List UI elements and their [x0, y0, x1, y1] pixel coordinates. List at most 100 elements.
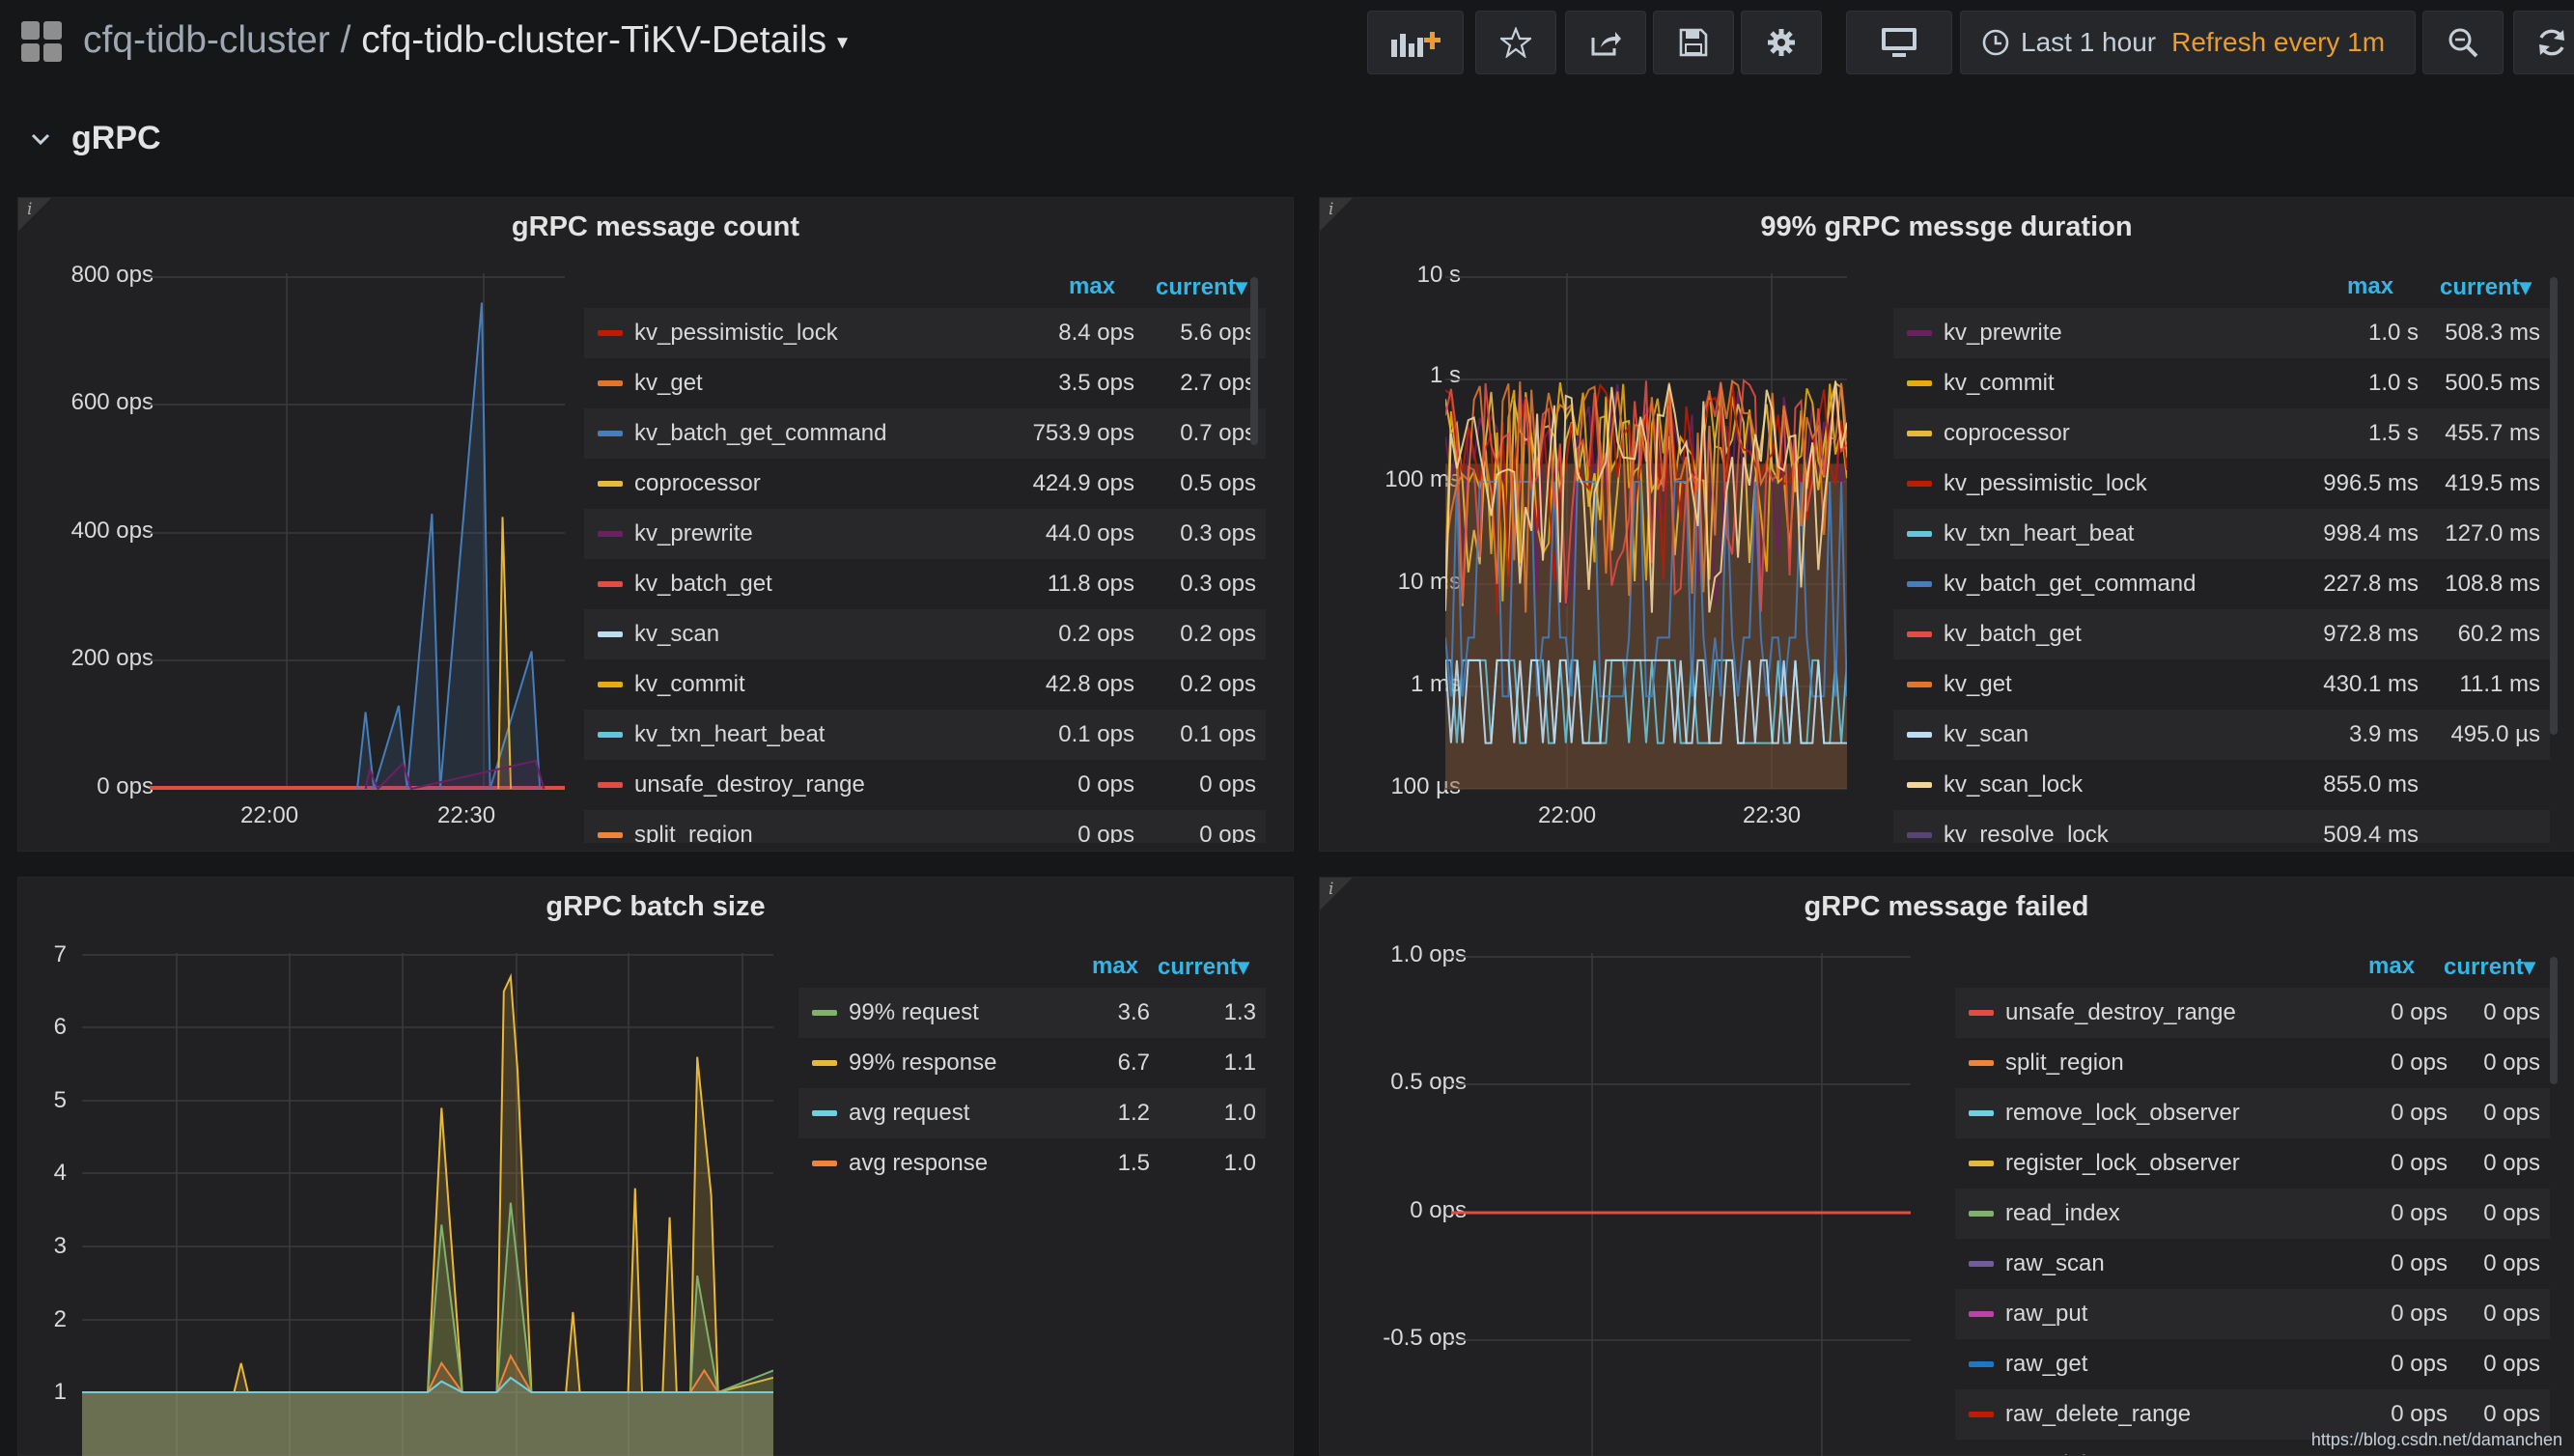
legend-swatch[interactable]: [598, 481, 623, 487]
panel-title[interactable]: 99% gRPC messge duration: [1320, 211, 2573, 243]
legend-series-name[interactable]: kv_resolve_lock: [1944, 822, 2109, 843]
legend-swatch[interactable]: [1969, 1412, 1994, 1417]
legend-series-name[interactable]: split_region: [2005, 1050, 2124, 1077]
legend-swatch[interactable]: [598, 330, 623, 336]
legend-series-name[interactable]: kv_scan: [1944, 721, 2028, 748]
legend-swatch[interactable]: [598, 832, 623, 838]
legend-swatch[interactable]: [1907, 832, 1932, 838]
row-header-grpc[interactable]: gRPC: [29, 120, 161, 157]
legend-row[interactable]: raw_scan 0 ops 0 ops: [1955, 1239, 2550, 1289]
legend-swatch[interactable]: [1907, 581, 1932, 587]
legend-series-name[interactable]: raw_delete: [2005, 1451, 2118, 1455]
add-panel-button[interactable]: [1367, 11, 1464, 74]
legend-header-max[interactable]: max: [1069, 273, 1115, 308]
legend-series-name[interactable]: kv_pessimistic_lock: [1944, 470, 2147, 497]
legend-series-name[interactable]: kv_batch_get: [634, 571, 772, 598]
legend-series-name[interactable]: remove_lock_observer: [2005, 1100, 2240, 1127]
legend-swatch[interactable]: [1907, 481, 1932, 487]
legend-swatch[interactable]: [1907, 431, 1932, 436]
legend-series-name[interactable]: raw_get: [2005, 1351, 2087, 1378]
legend-row[interactable]: kv_scan 3.9 ms 495.0 µs: [1893, 710, 2550, 760]
legend-series-name[interactable]: register_lock_observer: [2005, 1150, 2240, 1177]
legend-swatch[interactable]: [1907, 682, 1932, 687]
legend-swatch[interactable]: [598, 380, 623, 386]
legend-header-current[interactable]: current▾: [1158, 953, 1249, 988]
legend-header-current[interactable]: current▾: [2440, 273, 2532, 308]
legend-series-name[interactable]: kv_prewrite: [634, 520, 753, 547]
legend-row[interactable]: split_region 0 ops 0 ops: [1955, 1038, 2550, 1088]
legend-series-name[interactable]: kv_batch_get_command: [1944, 571, 2196, 598]
legend-swatch[interactable]: [1969, 1060, 1994, 1066]
panel-title[interactable]: gRPC message failed: [1320, 891, 2573, 923]
legend-header-max[interactable]: max: [1092, 953, 1138, 988]
legend-row[interactable]: kv_pessimistic_lock 996.5 ms 419.5 ms: [1893, 459, 2550, 509]
legend-swatch[interactable]: [812, 1010, 837, 1016]
legend-row[interactable]: avg request 1.2 1.0: [798, 1088, 1266, 1138]
legend-swatch[interactable]: [1969, 1261, 1994, 1267]
legend-swatch[interactable]: [598, 682, 623, 687]
legend-swatch[interactable]: [812, 1060, 837, 1066]
legend-swatch[interactable]: [812, 1161, 837, 1166]
legend-row[interactable]: kv_prewrite 1.0 s 508.3 ms: [1893, 308, 2550, 358]
legend-series-name[interactable]: 99% response: [849, 1050, 996, 1077]
breadcrumb-folder[interactable]: cfq-tidb-cluster: [83, 19, 330, 61]
refresh-button[interactable]: [2513, 11, 2574, 74]
tv-mode-button[interactable]: [1846, 11, 1952, 74]
legend-row[interactable]: remove_lock_observer 0 ops 0 ops: [1955, 1088, 2550, 1138]
legend-swatch[interactable]: [1969, 1110, 1994, 1116]
legend-swatch[interactable]: [812, 1110, 837, 1116]
legend-header-max[interactable]: max: [2347, 273, 2393, 308]
legend-swatch[interactable]: [598, 431, 623, 436]
legend-scrollbar[interactable]: [2550, 277, 2558, 735]
legend-row[interactable]: kv_get 430.1 ms 11.1 ms: [1893, 659, 2550, 710]
legend-swatch[interactable]: [598, 581, 623, 587]
legend-series-name[interactable]: split_region: [634, 822, 753, 843]
legend-series-name[interactable]: coprocessor: [1944, 420, 2070, 447]
legend-row[interactable]: kv_commit 42.8 ops 0.2 ops: [584, 659, 1266, 710]
legend-swatch[interactable]: [1969, 1010, 1994, 1016]
legend-swatch[interactable]: [598, 732, 623, 738]
legend-swatch[interactable]: [598, 531, 623, 537]
legend-swatch[interactable]: [1907, 732, 1932, 738]
legend-series-name[interactable]: avg response: [849, 1150, 988, 1177]
legend-scrollbar[interactable]: [1250, 277, 1258, 445]
dashboard-title[interactable]: cfq-tidb-cluster-TiKV-Details: [361, 19, 826, 61]
legend-row[interactable]: coprocessor 1.5 s 455.7 ms: [1893, 408, 2550, 459]
chart-plot-area[interactable]: [1451, 953, 1911, 1456]
legend-swatch[interactable]: [1907, 782, 1932, 788]
legend-series-name[interactable]: kv_get: [634, 370, 703, 397]
legend-series-name[interactable]: unsafe_destroy_range: [2005, 999, 2236, 1026]
legend-series-name[interactable]: avg request: [849, 1100, 969, 1127]
legend-row[interactable]: kv_pessimistic_lock 8.4 ops 5.6 ops: [584, 308, 1266, 358]
legend-swatch[interactable]: [1969, 1311, 1994, 1317]
legend-row[interactable]: raw_get 0 ops 0 ops: [1955, 1339, 2550, 1389]
legend-series-name[interactable]: kv_get: [1944, 671, 2012, 698]
legend-swatch[interactable]: [598, 631, 623, 637]
legend-row[interactable]: kv_commit 1.0 s 500.5 ms: [1893, 358, 2550, 408]
zoom-out-button[interactable]: [2422, 11, 2504, 74]
panel-title[interactable]: gRPC message count: [18, 211, 1293, 243]
legend-swatch[interactable]: [598, 782, 623, 788]
legend-series-name[interactable]: kv_txn_heart_beat: [634, 721, 825, 748]
legend-row[interactable]: raw_put 0 ops 0 ops: [1955, 1289, 2550, 1339]
legend-swatch[interactable]: [1969, 1211, 1994, 1217]
legend-series-name[interactable]: 99% request: [849, 999, 979, 1026]
share-button[interactable]: [1565, 11, 1646, 74]
legend-series-name[interactable]: raw_scan: [2005, 1250, 2105, 1277]
legend-row[interactable]: kv_txn_heart_beat 998.4 ms 127.0 ms: [1893, 509, 2550, 559]
legend-swatch[interactable]: [1907, 380, 1932, 386]
chart-plot-area[interactable]: [150, 273, 565, 795]
legend-series-name[interactable]: kv_prewrite: [1944, 320, 2062, 347]
legend-row[interactable]: kv_get 3.5 ops 2.7 ops: [584, 358, 1266, 408]
legend-series-name[interactable]: unsafe_destroy_range: [634, 771, 865, 798]
legend-row[interactable]: kv_batch_get 11.8 ops 0.3 ops: [584, 559, 1266, 609]
legend-series-name[interactable]: kv_pessimistic_lock: [634, 320, 838, 347]
breadcrumb[interactable]: cfq-tidb-cluster / cfq-tidb-cluster-TiKV…: [83, 19, 848, 62]
grid-menu-icon[interactable]: [21, 21, 64, 64]
caret-down-icon[interactable]: ▾: [837, 30, 848, 54]
legend-swatch[interactable]: [1907, 531, 1932, 537]
legend-row[interactable]: avg response 1.5 1.0: [798, 1138, 1266, 1189]
legend-row[interactable]: 99% response 6.7 1.1: [798, 1038, 1266, 1088]
legend-row[interactable]: kv_txn_heart_beat 0.1 ops 0.1 ops: [584, 710, 1266, 760]
legend-header-current[interactable]: current▾: [2444, 953, 2535, 988]
